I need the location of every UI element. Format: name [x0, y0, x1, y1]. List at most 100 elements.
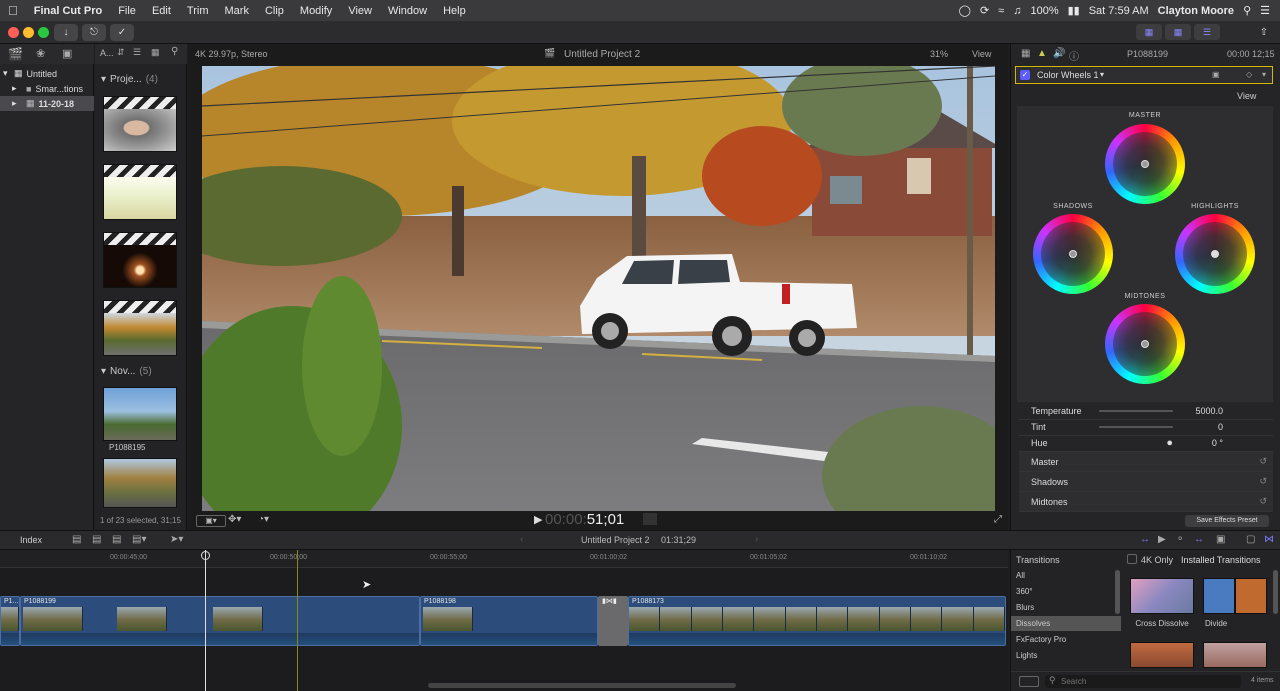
menu-mark[interactable]: Mark	[217, 5, 257, 17]
search-icon[interactable]: ⚲	[171, 46, 178, 57]
import-button[interactable]: ↓	[54, 24, 78, 41]
category-lights[interactable]: Lights	[1011, 648, 1121, 663]
menu-edit[interactable]: Edit	[144, 5, 179, 17]
projects-group[interactable]: ▾ Proje... (4)	[101, 74, 158, 85]
disclosure-triangle-icon[interactable]: ▾	[101, 366, 106, 377]
project-thumbnail[interactable]	[103, 232, 177, 288]
category-scrollbar[interactable]	[1115, 570, 1120, 614]
hue-dial[interactable]: ●	[1099, 437, 1173, 449]
clock[interactable]: Sat 7:59 AM	[1089, 5, 1149, 17]
share-icon[interactable]: ⇧	[1252, 24, 1276, 41]
section-master[interactable]: Master ↺	[1019, 452, 1273, 472]
clip-thumbnail[interactable]	[103, 387, 177, 441]
volume-icon[interactable]: ♫	[1013, 5, 1021, 17]
playhead-handle[interactable]	[201, 551, 210, 560]
notification-icon[interactable]: ☰	[1260, 4, 1270, 17]
chevron-down-icon[interactable]: ▾	[1100, 70, 1104, 79]
project-thumbnail[interactable]	[103, 96, 177, 152]
audio-meters-icon[interactable]	[643, 513, 657, 525]
project-thumbnail[interactable]	[103, 300, 177, 356]
reset-icon[interactable]: ↺	[1259, 456, 1273, 467]
divide-thumbnail[interactable]	[1203, 578, 1267, 614]
timeline-clip[interactable]: P1...	[0, 596, 20, 646]
info-inspector-icon[interactable]: ⓘ	[1069, 48, 1079, 63]
zoom-window-button[interactable]	[38, 27, 49, 38]
inspector-view-menu[interactable]: View	[1237, 91, 1256, 101]
event-11-20-18[interactable]: ▸ ▦ 11-20-18	[0, 96, 94, 111]
category-360[interactable]: 360°	[1011, 584, 1121, 599]
keyframe-icon[interactable]: ◇	[1246, 70, 1252, 79]
param-value[interactable]: 5000.0	[1191, 406, 1223, 416]
category-blurs[interactable]: Blurs	[1011, 600, 1121, 615]
search-field[interactable]: ⚲	[1045, 675, 1241, 688]
speed-tools-button[interactable]: ◔▾	[258, 514, 269, 525]
chevron-down-icon[interactable]: ▾	[1262, 70, 1266, 79]
clip-appearance-icon[interactable]: ▣	[1216, 534, 1225, 545]
menu-file[interactable]: File	[110, 5, 144, 17]
reset-icon[interactable]: ↺	[1259, 496, 1273, 507]
audio-inspector-icon[interactable]: 🔊	[1053, 48, 1065, 59]
library-untitled[interactable]: ▾ ▦ Untitled	[0, 66, 94, 81]
november-group[interactable]: ▾ Nov... (5)	[101, 366, 152, 377]
browser-toggle-button[interactable]: ▦	[1136, 24, 1162, 40]
background-tasks-button[interactable]: ✓	[110, 24, 134, 41]
timeline-clip[interactable]: P1088198	[420, 596, 598, 646]
timeline[interactable]: 00:00:45;00 00:00:50;00 00:00:55;00 00:0…	[0, 550, 1008, 691]
effects-browser-icon[interactable]: ▢	[1246, 534, 1255, 545]
disclosure-triangle-icon[interactable]: ▸	[12, 98, 22, 109]
titles-icon[interactable]: ▣	[62, 47, 72, 60]
spotlight-icon[interactable]: ⚲	[1243, 4, 1251, 17]
playhead[interactable]	[205, 550, 206, 691]
param-value[interactable]: 0 °	[1191, 438, 1223, 448]
effect-selector[interactable]: ✓ Color Wheels 1 ▾ ▣ ◇ ▾	[1015, 66, 1273, 84]
battery-percent[interactable]: 100%	[1030, 5, 1058, 17]
thumbnail-scrollbar[interactable]	[1273, 570, 1278, 614]
shadows-wheel[interactable]	[1033, 214, 1113, 294]
param-value[interactable]: 0	[1191, 422, 1223, 432]
search-input[interactable]	[1061, 676, 1231, 687]
effect-enable-checkbox[interactable]: ✓	[1020, 70, 1030, 80]
disclosure-triangle-icon[interactable]: ▾	[0, 68, 10, 79]
midtones-wheel[interactable]	[1105, 304, 1185, 384]
sort-arrows-icon[interactable]: ⇵	[117, 47, 125, 58]
reset-icon[interactable]: ↺	[1259, 476, 1273, 487]
sidebar-toggle-icon[interactable]	[1019, 676, 1039, 687]
project-thumbnail[interactable]	[103, 164, 177, 220]
menu-trim[interactable]: Trim	[179, 5, 217, 17]
video-frame[interactable]	[202, 66, 995, 511]
transitions-browser-icon[interactable]: ⋈	[1264, 534, 1274, 545]
timeline-clip[interactable]: P1088173	[628, 596, 1006, 646]
sync-icon[interactable]: ⟳	[980, 4, 989, 17]
disclosure-triangle-icon[interactable]: ▾	[101, 74, 106, 85]
menu-help[interactable]: Help	[435, 5, 474, 17]
zoom-menu[interactable]: 31%	[930, 49, 948, 59]
transition-thumbnail[interactable]	[1130, 642, 1194, 668]
clip-skimming-icon[interactable]: ↔	[1140, 534, 1150, 545]
category-all[interactable]: All	[1011, 568, 1121, 583]
append-clip-icon[interactable]: ▤	[112, 534, 121, 545]
tint-slider[interactable]	[1099, 425, 1173, 428]
index-button[interactable]: Index	[10, 533, 52, 548]
user-name[interactable]: Clayton Moore	[1158, 5, 1234, 17]
view-menu[interactable]: View	[972, 49, 991, 59]
save-effects-preset-button[interactable]: Save Effects Preset	[1185, 515, 1269, 527]
forward-arrow-icon[interactable]: ›	[755, 534, 758, 545]
minimize-window-button[interactable]	[23, 27, 34, 38]
connect-clip-icon[interactable]: ▤	[72, 534, 81, 545]
timeline-ruler[interactable]: 00:00:45;00 00:00:50;00 00:00:55;00 00:0…	[0, 550, 1008, 568]
menu-clip[interactable]: Clip	[257, 5, 292, 17]
play-button[interactable]: ▶	[534, 513, 542, 526]
back-arrow-icon[interactable]: ‹	[520, 534, 523, 545]
menu-modify[interactable]: Modify	[292, 5, 340, 17]
inspector-toggle-button[interactable]: ☰	[1194, 24, 1220, 40]
clip-thumbnail[interactable]	[103, 458, 177, 508]
section-shadows[interactable]: Shadows ↺	[1019, 472, 1273, 492]
filmstrip-icon[interactable]: ▦	[151, 47, 160, 58]
snapping-icon[interactable]: ↔	[1194, 534, 1204, 545]
installed-transitions-menu[interactable]: Installed Transitions	[1181, 555, 1261, 565]
menu-view[interactable]: View	[340, 5, 380, 17]
keywords-button[interactable]: ⎋	[82, 24, 106, 41]
cross-dissolve-thumbnail[interactable]	[1130, 578, 1194, 614]
fullscreen-icon[interactable]: ⤢	[994, 514, 1002, 525]
color-inspector-icon[interactable]: ▲	[1037, 48, 1047, 59]
